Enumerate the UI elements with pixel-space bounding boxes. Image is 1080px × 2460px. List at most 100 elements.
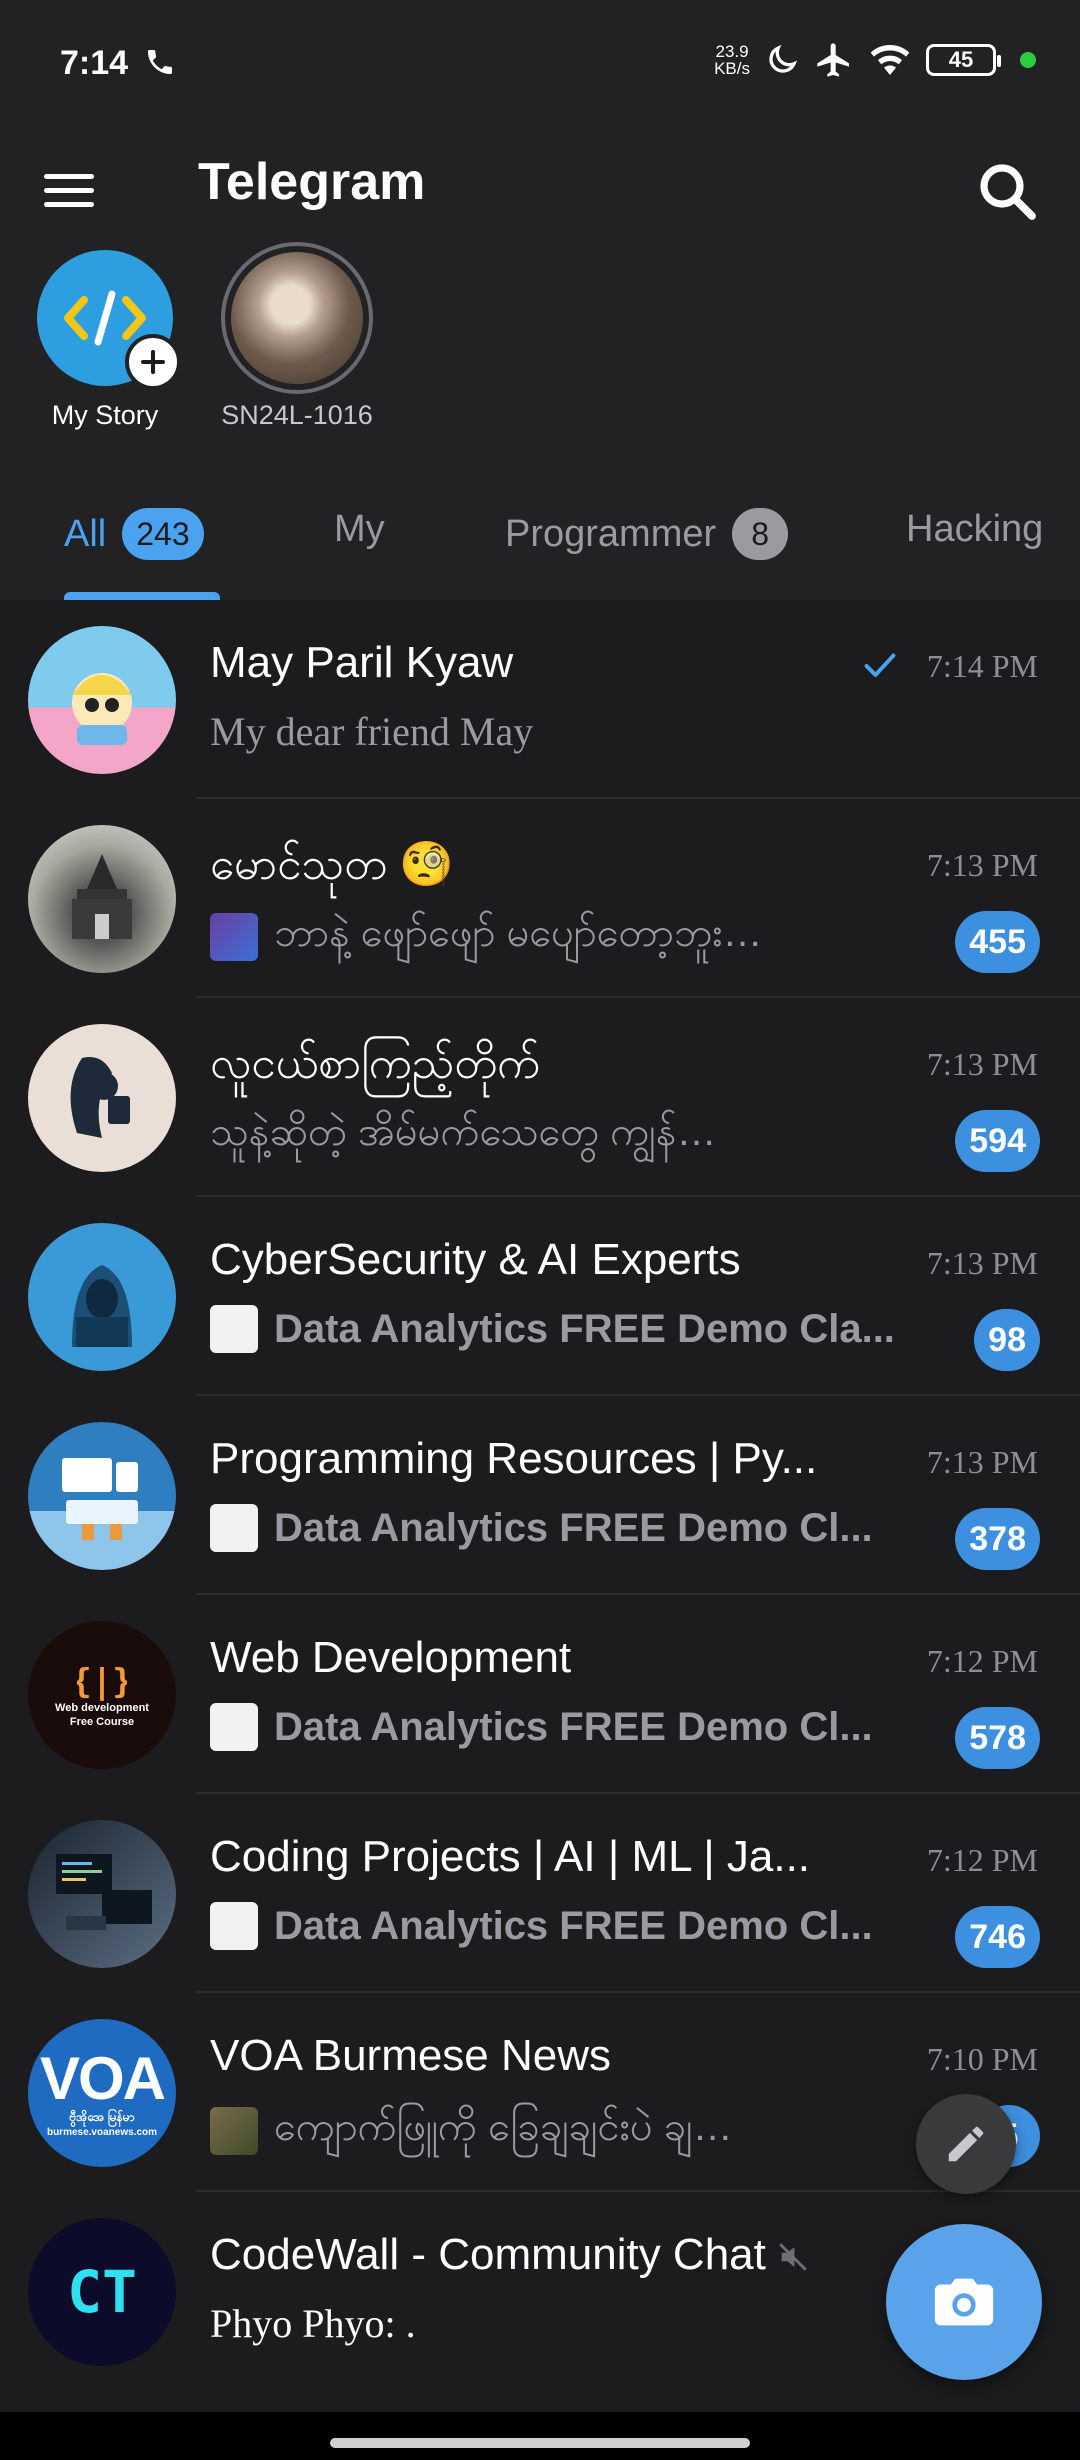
mute-icon: [779, 2243, 807, 2272]
tab-label: Hacking: [906, 508, 1044, 550]
chat-row[interactable]: မောင်သုတ 🧐 7:13 PM ဘာနဲ့ ဖျော်ဖျော် မပျေ…: [0, 799, 1080, 998]
phone-icon: [148, 50, 172, 74]
chat-time: 7:13 PM: [926, 1444, 1038, 1480]
chat-row[interactable]: လူငယ်စာကြည့်တိုက် 7:13 PM သူနဲ့ဆိုတဲ့ အိ…: [0, 998, 1080, 1197]
media-thumbnail: [210, 1504, 258, 1552]
plus-icon[interactable]: [125, 334, 181, 390]
chat-avatar: [28, 626, 176, 774]
pagoda-avatar-image: [72, 854, 132, 939]
chat-preview: သူနဲ့ဆိုတဲ့ အိမ်မက်သေတွေ ကျွန်…: [210, 1110, 717, 1154]
tab-badge: 8: [732, 508, 789, 560]
tab-all[interactable]: All 243: [64, 508, 204, 560]
voa-logo: VOA: [39, 2044, 166, 2112]
story-my-story[interactable]: My Story: [5, 250, 205, 431]
hamburger-menu-icon[interactable]: [44, 158, 108, 222]
status-time: 7:14: [60, 44, 129, 82]
unread-badge: 578: [955, 1707, 1040, 1769]
unread-badge: 98: [974, 1309, 1040, 1371]
chat-preview: Data Analytics FREE Demo Cl...: [210, 1504, 910, 1552]
story-sn24l[interactable]: SN24L-1016: [197, 242, 397, 431]
battery-icon: 45: [926, 44, 1001, 76]
chat-preview: ဘာနဲ့ ဖျော်ဖျော် မပျော်တော့ဘူး…: [210, 907, 870, 966]
app-title: Telegram: [198, 153, 426, 211]
unread-badge: 378: [955, 1508, 1040, 1570]
avatar-caption: Web development Free Course: [55, 1702, 149, 1728]
unread-badge: 746: [955, 1906, 1040, 1968]
pencil-icon[interactable]: [916, 2094, 1016, 2194]
braces-icon: {|}: [77, 1662, 127, 1701]
home-gesture-handle[interactable]: [330, 2438, 750, 2448]
chat-title: Programming Resources | Py...: [210, 1434, 818, 1483]
media-thumbnail: [210, 1902, 258, 1950]
folder-tabs: All 243 My Programmer 8 Hacking: [0, 470, 1080, 600]
unread-badge: 594: [955, 1110, 1040, 1172]
my-story-avatar[interactable]: [37, 250, 181, 390]
chat-avatar: [28, 1422, 176, 1570]
story-label: My Story: [51, 400, 159, 430]
tab-label: My: [334, 508, 385, 550]
codewall-logo: CT: [67, 2258, 137, 2326]
chat-avatar: CT: [28, 2218, 176, 2366]
tab-label: Programmer: [505, 512, 717, 555]
tab-label: All: [64, 512, 107, 555]
media-thumbnail: [210, 2106, 258, 2155]
chat-preview: Data Analytics FREE Demo Cl...: [210, 1703, 910, 1751]
tab-hacking[interactable]: Hacking: [906, 508, 1043, 551]
read-check-icon: [864, 653, 896, 677]
chat-row[interactable]: CyberSecurity & AI Experts 7:13 PM Data …: [0, 1197, 1080, 1396]
chat-avatar: [28, 1820, 176, 1968]
chat-preview: Data Analytics FREE Demo Cl...: [210, 1902, 910, 1950]
system-nav-bar: [0, 2412, 1080, 2460]
chat-row[interactable]: May Paril Kyaw 7:14 PM My dear friend Ma…: [0, 600, 1080, 799]
chat-avatar: [28, 1223, 176, 1371]
story-label: SN24L-1016: [221, 400, 373, 430]
chat-title: Web Development: [210, 1633, 572, 1682]
chat-avatar: [28, 825, 176, 973]
chat-time: 7:12 PM: [926, 1643, 1038, 1679]
status-bar: 7:14 23.9 KB/s 45: [0, 0, 1080, 130]
media-thumbnail: [210, 1703, 258, 1751]
chat-list: May Paril Kyaw 7:14 PM My dear friend Ma…: [0, 600, 1080, 2391]
moon-icon: [769, 44, 798, 73]
chat-time: 7:13 PM: [926, 1046, 1038, 1082]
reading-woman-avatar-image: [70, 1057, 130, 1138]
tab-badge: 243: [122, 508, 204, 560]
avatar-subcaption: ဗွီအိုအေ မြန်မာ: [69, 2109, 135, 2124]
unread-badge: 455: [955, 911, 1040, 973]
chat-title: VOA Burmese News: [210, 2031, 612, 2080]
devices-avatar-image: [62, 1458, 138, 1540]
story-avatar[interactable]: [221, 242, 373, 394]
hacker-avatar-image: [72, 1265, 132, 1347]
chat-preview: Data Analytics FREE Demo Cla...: [210, 1305, 940, 1353]
wifi-icon: [870, 45, 910, 75]
avatar-caption: burmese.voanews.com: [46, 2126, 158, 2138]
chat-row[interactable]: {|} Web development Free Course Web Deve…: [0, 1595, 1080, 1794]
chat-row[interactable]: VOA ဗွီအိုအေ မြန်မာ burmese.voanews.com …: [0, 1993, 1080, 2192]
chat-avatar: {|} Web development Free Course: [28, 1621, 176, 1769]
chat-avatar: VOA ဗွီအိုအေ မြန်မာ burmese.voanews.com: [28, 2019, 176, 2167]
chat-time: 7:13 PM: [926, 847, 1038, 883]
tab-my[interactable]: My: [334, 508, 385, 551]
chat-row[interactable]: Programming Resources | Py... 7:13 PM Da…: [0, 1396, 1080, 1595]
chat-avatar: [28, 1024, 176, 1172]
tab-programmer[interactable]: Programmer 8: [505, 508, 789, 560]
chat-title: CodeWall - Community Chat: [210, 2230, 830, 2280]
chat-preview: ကျောက်ဖြူကို ခြေချချင်းပဲ ချ…: [210, 2101, 890, 2160]
header: Telegram My Story SN24L-1016 All 243 My …: [0, 130, 1080, 600]
status-dot: [1020, 52, 1036, 68]
cartoon-avatar-image: [72, 673, 132, 745]
media-thumbnail: [210, 1305, 258, 1353]
stories-row: My Story SN24L-1016: [0, 242, 1080, 450]
camera-icon[interactable]: [886, 2224, 1042, 2380]
chat-title: May Paril Kyaw: [210, 638, 514, 687]
chat-preview: Phyo Phyo: .: [210, 2301, 416, 2346]
search-icon[interactable]: [972, 156, 1044, 228]
airplane-icon: [817, 43, 849, 77]
code-screens-avatar-image: [56, 1854, 152, 1930]
net-speed: 23.9 KB/s: [714, 42, 750, 78]
chat-row[interactable]: Coding Projects | AI | ML | Ja... 7:12 P…: [0, 1794, 1080, 1993]
svg-text:{|}: {|}: [77, 1662, 127, 1701]
chat-title: CyberSecurity & AI Experts: [210, 1235, 741, 1284]
tab-indicator: [64, 592, 220, 600]
chat-time: 7:12 PM: [926, 1842, 1038, 1878]
